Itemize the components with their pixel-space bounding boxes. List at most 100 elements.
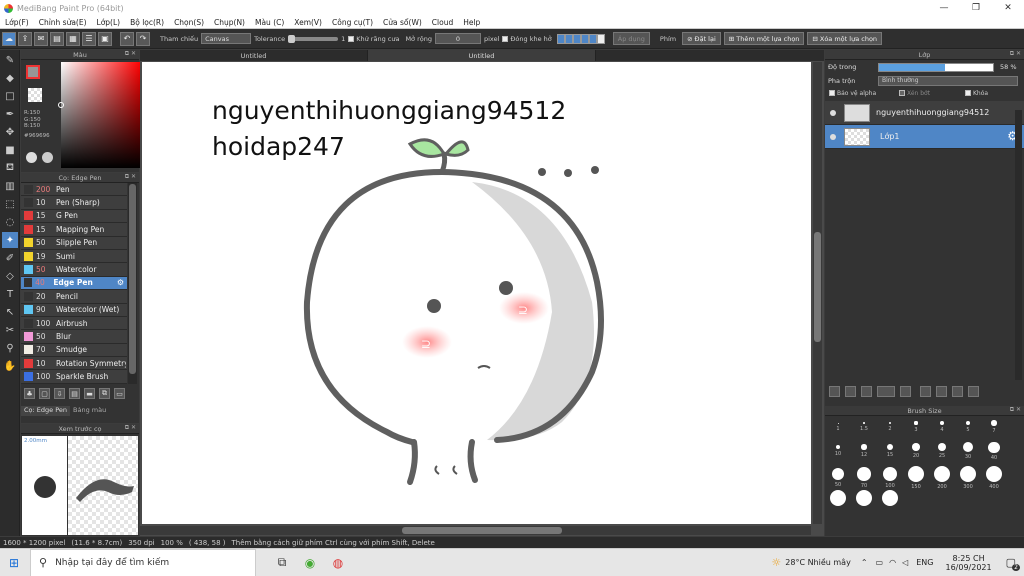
brush-size-option[interactable]: 400	[981, 466, 1007, 490]
panel-options-icon[interactable]: ⧉ ✕	[1010, 50, 1021, 58]
list-icon[interactable]: ☰	[82, 31, 96, 46]
menu-select[interactable]: Chọn(S)	[169, 18, 209, 27]
opacity-slider[interactable]	[878, 62, 994, 72]
brush-item[interactable]: 200 Pen	[21, 183, 127, 197]
brush-copy-icon[interactable]: ▤	[69, 388, 80, 399]
magic-wand-tool-icon[interactable]: ✦	[2, 232, 18, 248]
brush-size-option[interactable]: 5	[955, 418, 981, 442]
tab-untitled-2[interactable]: Untitled	[368, 50, 596, 61]
brush-size-option[interactable]: 50	[825, 466, 851, 490]
brush-size-option[interactable]	[851, 490, 877, 514]
brush-size-option[interactable]	[825, 490, 851, 514]
brush-size-option[interactable]: 3	[903, 418, 929, 442]
frame-icon[interactable]: ▣	[98, 31, 112, 46]
brush-size-option[interactable]: 4	[929, 418, 955, 442]
weather-icon[interactable]: ☼	[771, 556, 781, 569]
brush-list-scrollbar[interactable]	[128, 183, 137, 384]
share-icon[interactable]: ⇪	[18, 31, 32, 46]
select-pen-tool-icon[interactable]: ✐	[2, 250, 18, 266]
wifi-icon[interactable]: ◠	[889, 558, 896, 567]
brush-item[interactable]: 100 Airbrush	[21, 316, 127, 331]
brush-item[interactable]: 50 Watercolor	[21, 263, 127, 277]
clip-checkbox[interactable]	[899, 90, 905, 96]
panel-options-icon[interactable]: ⧉ ✕	[125, 50, 136, 58]
transparent-swatch[interactable]	[28, 88, 42, 102]
select-eraser-tool-icon[interactable]: ◇	[2, 268, 18, 284]
brush-size-option[interactable]: 150	[903, 466, 929, 490]
antialias-checkbox[interactable]	[348, 35, 355, 42]
fill-rect-tool-icon[interactable]: ■	[2, 142, 18, 158]
eyedropper-tool-icon[interactable]: ⚲	[2, 340, 18, 356]
apply-button[interactable]: Áp dụng	[612, 32, 650, 45]
brush-size-option[interactable]: 70	[851, 466, 877, 490]
brush-size-option[interactable]: 1.5	[851, 418, 877, 442]
dot-tool-icon[interactable]: □	[2, 88, 18, 104]
menu-window[interactable]: Cửa sổ(W)	[378, 18, 427, 27]
tolerance-slider[interactable]	[288, 34, 339, 43]
brush-add-icon[interactable]: ♣	[24, 388, 35, 399]
palette-icon[interactable]	[26, 152, 37, 163]
add-selection-button[interactable]: ⊞ Thêm một lựa chọn	[723, 32, 805, 45]
brush-item[interactable]: 10 Pen (Sharp)	[21, 196, 127, 210]
move-tool-icon[interactable]: ✥	[2, 124, 18, 140]
duplicate-layer-icon[interactable]	[920, 386, 931, 397]
new-layer-icon[interactable]	[829, 386, 840, 397]
brush-size-option[interactable]: 2	[877, 418, 903, 442]
canvas-vertical-scrollbar[interactable]	[813, 62, 822, 524]
reference-select[interactable]: Canvas	[201, 33, 252, 44]
eye-icon[interactable]	[830, 133, 836, 140]
brush-size-option[interactable]: 300	[955, 466, 981, 490]
brush-folder-icon[interactable]: ▬	[84, 388, 95, 399]
lock-checkbox[interactable]	[965, 90, 971, 96]
menu-file[interactable]: Lớp(F)	[0, 18, 34, 27]
panel-options-icon[interactable]: ⧉ ✕	[125, 173, 136, 181]
brush-new-icon[interactable]: ▢	[39, 388, 50, 399]
text-tool-icon[interactable]: T	[2, 286, 18, 302]
brush-size-option[interactable]: 1	[825, 418, 851, 442]
brush-item[interactable]: 90 Watercolor (Wet)	[21, 303, 127, 317]
divide-tool-icon[interactable]: ✂	[2, 322, 18, 338]
menu-tools[interactable]: Công cụ(T)	[327, 18, 378, 27]
menu-filter[interactable]: Bộ lọc(R)	[125, 18, 169, 27]
menu-cloud[interactable]: Cloud	[427, 18, 458, 27]
brush-item[interactable]: 40 Edge Pen ⚙	[21, 276, 127, 291]
brush-import-icon[interactable]: ⇩	[54, 388, 65, 399]
brush-size-option[interactable]: 7	[981, 418, 1007, 442]
brush-item[interactable]: 10 Rotation Symmetry	[21, 357, 127, 371]
panel-options-icon[interactable]: ⧉ ✕	[1010, 406, 1021, 414]
menu-snap[interactable]: Chụp(N)	[209, 18, 250, 27]
maximize-button[interactable]: ❐	[960, 0, 992, 16]
canvas-horizontal-scrollbar[interactable]	[140, 526, 811, 535]
brush-item[interactable]: 100 Sparkle Brush	[21, 370, 127, 384]
merge-layer-icon[interactable]	[936, 386, 947, 397]
menu-help[interactable]: Help	[458, 18, 485, 27]
minimize-button[interactable]: —	[928, 0, 960, 16]
brush-settings-icon[interactable]: ⚙	[117, 278, 124, 287]
menu-color[interactable]: Màu (C)	[250, 18, 289, 27]
primary-color-swatch[interactable]	[26, 65, 40, 79]
tray-chevron-icon[interactable]: ⌃	[861, 558, 868, 567]
app-green-icon[interactable]: ◉	[296, 549, 324, 576]
clock-date[interactable]: 16/09/2021	[945, 563, 991, 572]
remove-selection-button[interactable]: ⊟ Xóa một lựa chọn	[807, 32, 883, 45]
brush-size-option[interactable]: 10	[825, 442, 851, 466]
brush-size-option[interactable]	[877, 490, 903, 514]
brush-size-option[interactable]: 25	[929, 442, 955, 466]
weather-text[interactable]: 28°C Nhiều mây	[785, 558, 851, 567]
reset-button[interactable]: ⊘ Đặt lại	[682, 32, 721, 45]
windows-start-icon[interactable]: ⊞	[0, 549, 28, 576]
layer-folder-icon[interactable]	[900, 386, 911, 397]
gradient-tool-icon[interactable]: ▥	[2, 178, 18, 194]
brush-tool-icon[interactable]: ✎	[2, 52, 18, 68]
hand-tool-icon[interactable]: ✋	[2, 358, 18, 374]
close-gap-checkbox[interactable]	[502, 35, 509, 42]
saturation-value-picker[interactable]	[58, 62, 141, 168]
bucket-tool-icon[interactable]: ⛾	[2, 160, 18, 176]
brush-item[interactable]: 20 Pencil	[21, 290, 127, 304]
brush-size-option[interactable]: 40	[981, 442, 1007, 466]
layer-row-text[interactable]: nguyenthihuonggiang94512	[825, 101, 1024, 125]
eraser-tool-icon[interactable]: ◆	[2, 70, 18, 86]
brush-size-option[interactable]: 15	[877, 442, 903, 466]
language-indicator[interactable]: ENG	[916, 558, 933, 567]
color-wheel-icon[interactable]	[42, 152, 53, 163]
